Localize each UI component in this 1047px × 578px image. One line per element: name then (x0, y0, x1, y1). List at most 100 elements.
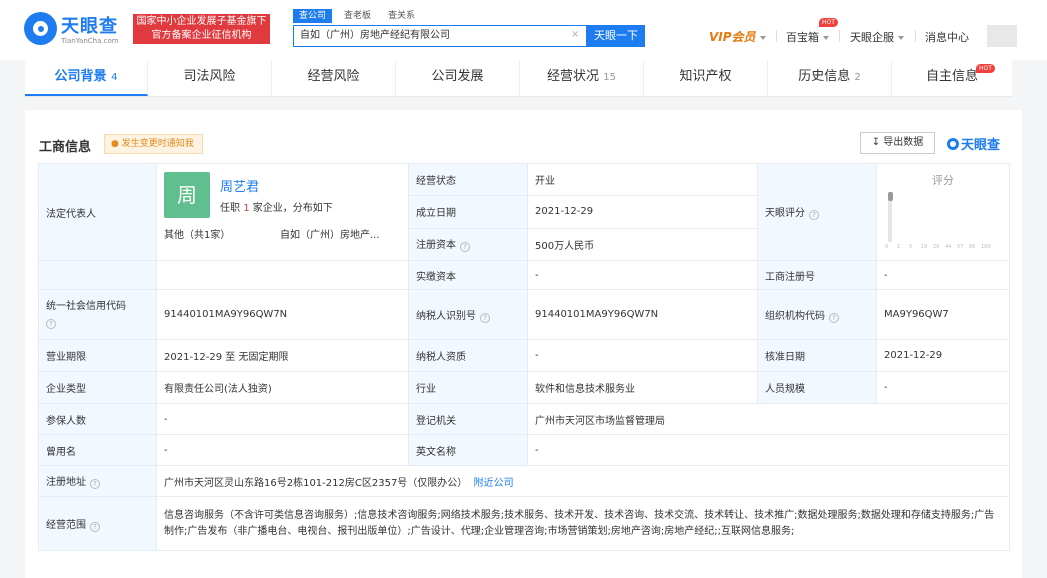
tab-intellectual-property[interactable]: 知识产权 (644, 60, 768, 96)
score-title: 评分 (932, 174, 954, 187)
paid-capital-value: - (527, 260, 758, 290)
export-data-button[interactable]: ↧ 导出数据 (860, 132, 935, 154)
badge-line-2: 官方备案企业征信机构 (151, 30, 252, 41)
legal-rep-label: 法定代表人 (38, 163, 157, 261)
tab-company-development[interactable]: 公司发展 (396, 60, 520, 96)
score-tick: 19 (921, 244, 928, 250)
tab-judicial-risk[interactable]: 司法风险 (148, 60, 272, 96)
scope-value: 信息咨询服务（不含许可类信息咨询服务）;信息技术咨询服务;网络技术服务;技术服务… (156, 496, 1010, 551)
export-label: 导出数据 (883, 137, 924, 148)
capital-label-cell: 注册资本? (408, 227, 528, 262)
credit-code-label-cell: 统一社会信用代码? (38, 289, 157, 340)
term-label: 营业期限 (38, 339, 157, 372)
score-tick: 57 (957, 244, 964, 250)
baibao-menu[interactable]: 百宝箱 (786, 29, 829, 45)
qiye-menu[interactable]: 天眼企服 (850, 29, 904, 45)
help-icon[interactable]: ? (46, 318, 56, 329)
tab-label: 知识产权 (679, 69, 732, 84)
message-center-link[interactable]: 消息中心 (925, 29, 969, 45)
score-tick: 44 (945, 244, 952, 250)
tab-label: 历史信息 (798, 69, 851, 84)
help-icon[interactable]: ? (90, 479, 100, 489)
vip-label: VIP会员 (709, 30, 756, 44)
industry-label: 行业 (408, 371, 528, 404)
business-info-panel: 工商信息 ● 发生变更时通知我 ↧ 导出数据 天眼查 法定代表人 周 周艺君 任… (25, 110, 1022, 578)
rep-desc: 任职 1 家企业，分布如下 (220, 199, 333, 214)
blank-value (156, 260, 409, 290)
staff-size-value: - (876, 371, 1010, 404)
chevron-down-icon (759, 35, 766, 40)
help-icon[interactable]: ? (90, 521, 100, 532)
search-tab-company[interactable]: 查公司 (293, 9, 333, 23)
address-value: 广州市天河区灵山东路16号2栋101-212房C区2357号（仅限办公） (164, 477, 468, 489)
insured-label: 参保人数 (38, 403, 157, 435)
term-value: 2021-12-29 至 无固定期限 (156, 339, 409, 372)
tab-operating-risk[interactable]: 经营风险 (272, 60, 396, 96)
rep-desc-num: 1 (243, 203, 250, 214)
nearby-companies-link[interactable]: 附近公司 (474, 478, 514, 489)
scope-label: 经营范围 (46, 519, 86, 531)
chevron-down-icon (898, 36, 904, 40)
tianyancha-logo[interactable]: 天眼查 TianYanCha.com (24, 12, 124, 46)
company-type-label: 企业类型 (38, 371, 157, 404)
eye-logo-icon (947, 138, 959, 150)
help-icon[interactable]: ? (480, 312, 490, 323)
help-icon[interactable]: ? (460, 242, 470, 253)
bell-icon: ● (111, 139, 122, 149)
tab-company-background[interactable]: 公司背景 4 (25, 60, 148, 96)
tab-count: 4 (111, 72, 118, 83)
address-label-cell: 注册地址? (38, 465, 157, 497)
rep-avatar[interactable]: 周 (164, 172, 210, 218)
authority-value: 广州市天河区市场监督管理局 (527, 403, 1010, 435)
rep-company-link[interactable]: 自如（广州）房地产... (280, 226, 380, 241)
top-header: 天眼查 TianYanCha.com 国家中小企业发展子基金旗下 官方备案企业征… (0, 0, 1047, 60)
notify-label: 发生变更时通知我 (121, 139, 194, 149)
rep-name-link[interactable]: 周艺君 (220, 176, 259, 195)
english-name-value: - (527, 434, 1010, 466)
score-tick: 66 (969, 244, 976, 250)
hot-badge: HOT (976, 64, 995, 73)
capital-value: 500万人民币 (527, 227, 758, 262)
badge-line-1: 国家中小企业发展子基金旗下 (136, 16, 267, 27)
help-icon[interactable]: ? (809, 210, 819, 220)
qiye-label: 天眼企服 (850, 31, 894, 44)
help-icon[interactable]: ? (829, 312, 839, 323)
tax-id-label-cell: 纳税人识别号? (408, 289, 528, 340)
org-code-label: 组织机构代码 (765, 310, 825, 322)
tab-label: 公司发展 (431, 69, 484, 84)
logo-text: 天眼查 (61, 16, 118, 37)
notify-change-button[interactable]: ● 发生变更时通知我 (104, 134, 203, 154)
tax-qual-value: - (527, 339, 758, 372)
tab-history[interactable]: 历史信息 2 (768, 60, 892, 96)
status-label: 经营状态 (408, 162, 528, 197)
tab-business-status[interactable]: 经营状况 15 (520, 60, 644, 96)
score-ticks: 0 1 5 19 20 44 57 66 100 (885, 244, 999, 250)
tab-label: 经营风险 (307, 69, 360, 84)
baibao-label: 百宝箱 (786, 31, 819, 44)
tax-id-label: 纳税人识别号 (416, 310, 476, 322)
org-code-label-cell: 组织机构代码? (757, 289, 877, 340)
user-avatar[interactable] (987, 25, 1017, 47)
nav-divider (839, 30, 840, 42)
tax-id-value: 91440101MA9Y96QW7N (527, 289, 758, 340)
vip-member-menu[interactable]: VIP会员 (709, 28, 766, 45)
search-tab-boss[interactable]: 查老板 (344, 9, 371, 23)
score-cell: 评分 0 1 5 19 20 44 57 66 100 (876, 163, 1010, 261)
search-tab-relation[interactable]: 查关系 (388, 9, 415, 23)
approve-date-label: 核准日期 (757, 339, 877, 372)
clear-icon[interactable]: × (571, 29, 579, 40)
org-code-value: MA9Y96QW7 (876, 289, 1010, 340)
score-label-cell: 天眼评分? (757, 163, 877, 261)
download-icon: ↧ (871, 137, 884, 148)
rep-desc-post: 家企业，分布如下 (252, 203, 333, 214)
found-date-value: 2021-12-29 (527, 195, 758, 229)
brand-text: 天眼查 (961, 138, 1001, 153)
credit-code-value: 91440101MA9Y96QW7N (156, 289, 409, 340)
search-input[interactable]: 自如（广州）房地产经纪有限公司 (293, 25, 587, 47)
score-tick: 20 (933, 244, 940, 250)
search-button[interactable]: 天眼一下 (587, 25, 645, 47)
found-date-label: 成立日期 (408, 195, 528, 229)
reg-no-value: - (876, 260, 1010, 290)
english-name-label: 英文名称 (408, 434, 528, 466)
former-name-value: - (156, 434, 409, 466)
